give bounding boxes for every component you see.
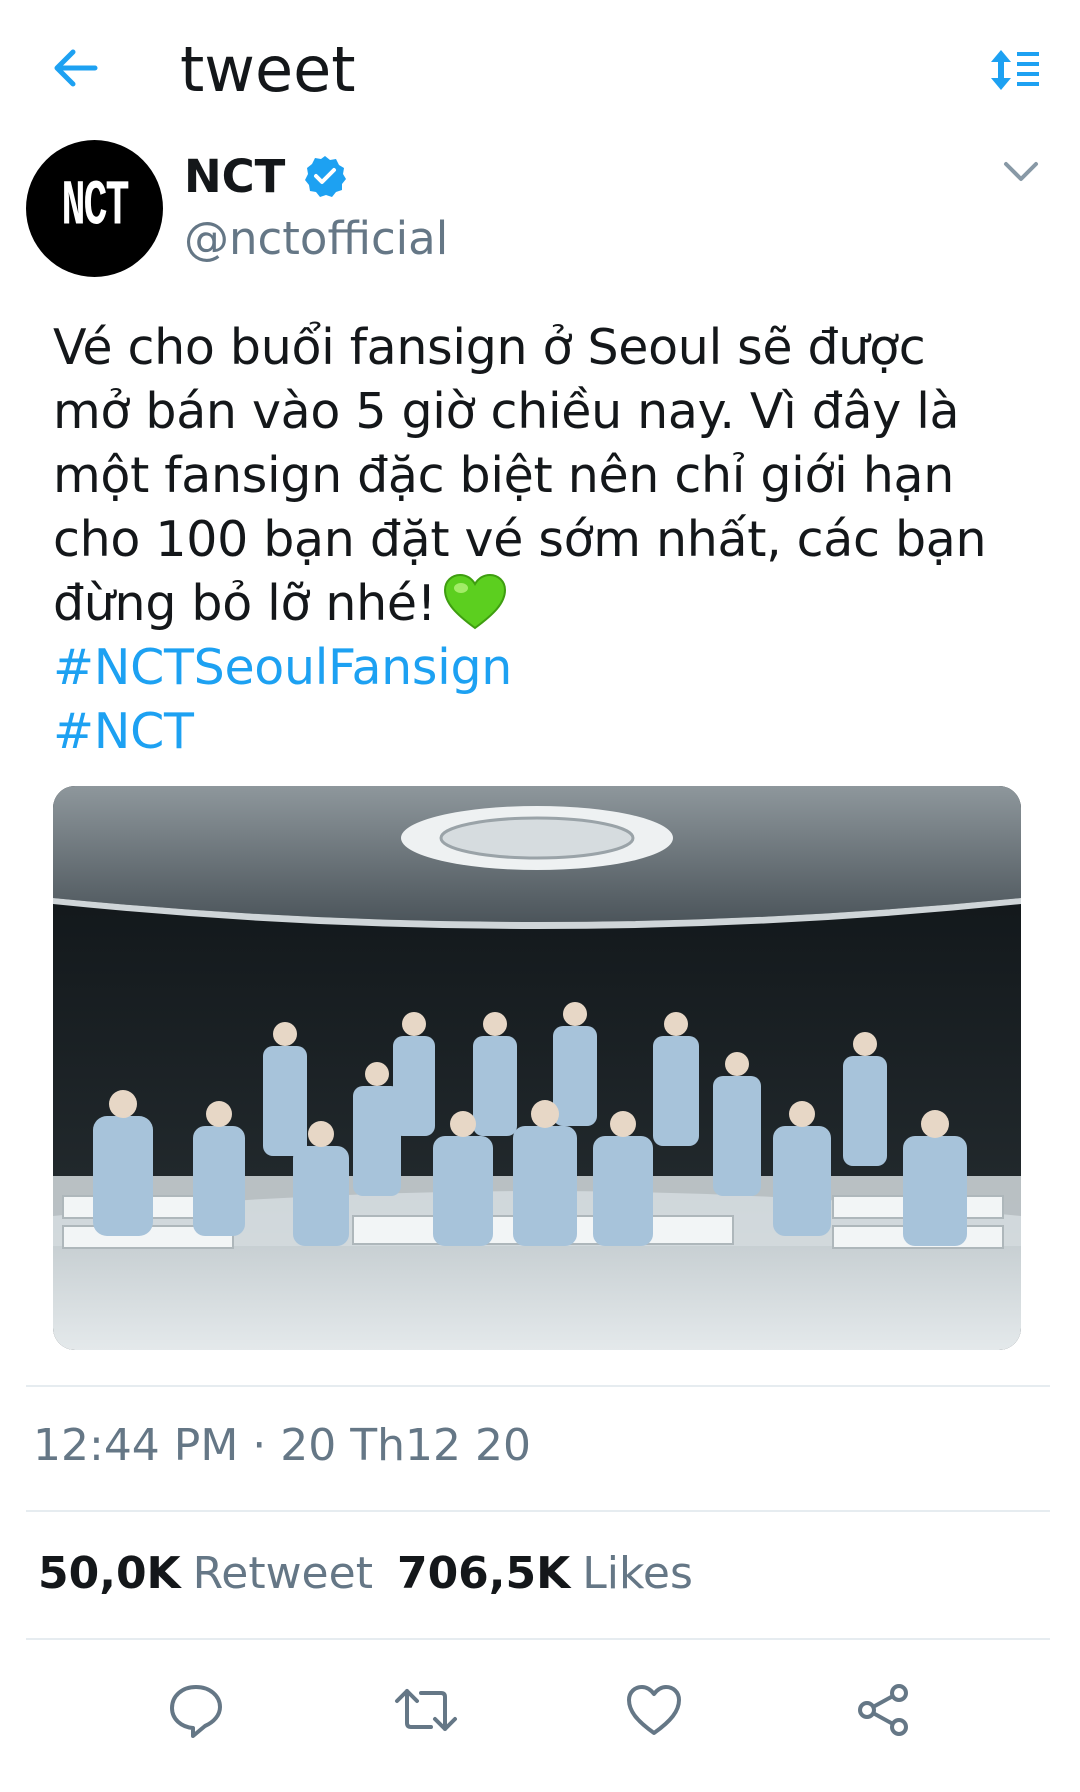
author-name-row: NCT bbox=[184, 146, 347, 206]
avatar-logo: NCT bbox=[61, 172, 129, 245]
reply-icon bbox=[170, 1685, 222, 1738]
engagement-stats: 50,0K Retweet 706,5K Likes bbox=[38, 1548, 717, 1599]
author-handle[interactable]: @nctofficial bbox=[184, 212, 448, 265]
like-button[interactable] bbox=[614, 1670, 694, 1750]
tweet-line: Vé cho buổi fansign ở Seoul sẽ được bbox=[53, 319, 926, 376]
tweet-line-text: đừng bỏ lỡ nhé! bbox=[53, 575, 437, 632]
likes-count[interactable]: 706,5K bbox=[397, 1548, 570, 1599]
tweet-line: cho 100 bạn đặt vé sớm nhất, các bạn bbox=[53, 511, 987, 568]
more-options-button[interactable] bbox=[996, 152, 1046, 192]
reply-button[interactable] bbox=[156, 1670, 236, 1750]
divider bbox=[26, 1510, 1050, 1512]
group-photo-image bbox=[53, 786, 1021, 1350]
tweet-line-last: đừng bỏ lỡ nhé! bbox=[53, 572, 1053, 636]
page-title: tweet bbox=[180, 33, 356, 106]
tweet-line: một fansign đặc biệt nên chỉ giới hạn bbox=[53, 447, 954, 504]
hashtag-link[interactable]: #NCTSeoulFansign bbox=[53, 636, 1053, 700]
hashtag-link[interactable]: #NCT bbox=[53, 700, 1053, 764]
back-button[interactable] bbox=[40, 36, 110, 100]
retweet-button[interactable] bbox=[386, 1670, 466, 1750]
retweet-icon bbox=[395, 1689, 457, 1731]
tweet-photo[interactable] bbox=[53, 786, 1021, 1350]
retweet-label[interactable]: Retweet bbox=[193, 1548, 373, 1599]
green-heart-icon bbox=[444, 573, 507, 630]
back-arrow-icon bbox=[54, 49, 98, 87]
display-name[interactable]: NCT bbox=[184, 150, 285, 203]
chevron-down-icon bbox=[1004, 162, 1038, 181]
avatar[interactable]: NCT bbox=[26, 140, 163, 277]
like-icon bbox=[627, 1685, 681, 1735]
share-button[interactable] bbox=[844, 1670, 924, 1750]
divider bbox=[26, 1638, 1050, 1640]
tweet-timestamp: 12:44 PM · 20 Th12 20 bbox=[33, 1420, 531, 1471]
divider bbox=[26, 1385, 1050, 1387]
tweet-line: mở bán vào 5 giờ chiều nay. Vì đây là bbox=[53, 383, 960, 440]
top-bar: tweet bbox=[0, 0, 1080, 140]
share-icon bbox=[858, 1684, 908, 1736]
sort-icon bbox=[991, 50, 1039, 90]
sort-button[interactable] bbox=[980, 40, 1050, 100]
tweet-text: Vé cho buổi fansign ở Seoul sẽ được mở b… bbox=[53, 316, 1053, 764]
action-bar bbox=[0, 1660, 1080, 1760]
likes-label[interactable]: Likes bbox=[582, 1548, 693, 1599]
retweet-count[interactable]: 50,0K bbox=[38, 1548, 181, 1599]
verified-badge-icon bbox=[305, 156, 347, 197]
